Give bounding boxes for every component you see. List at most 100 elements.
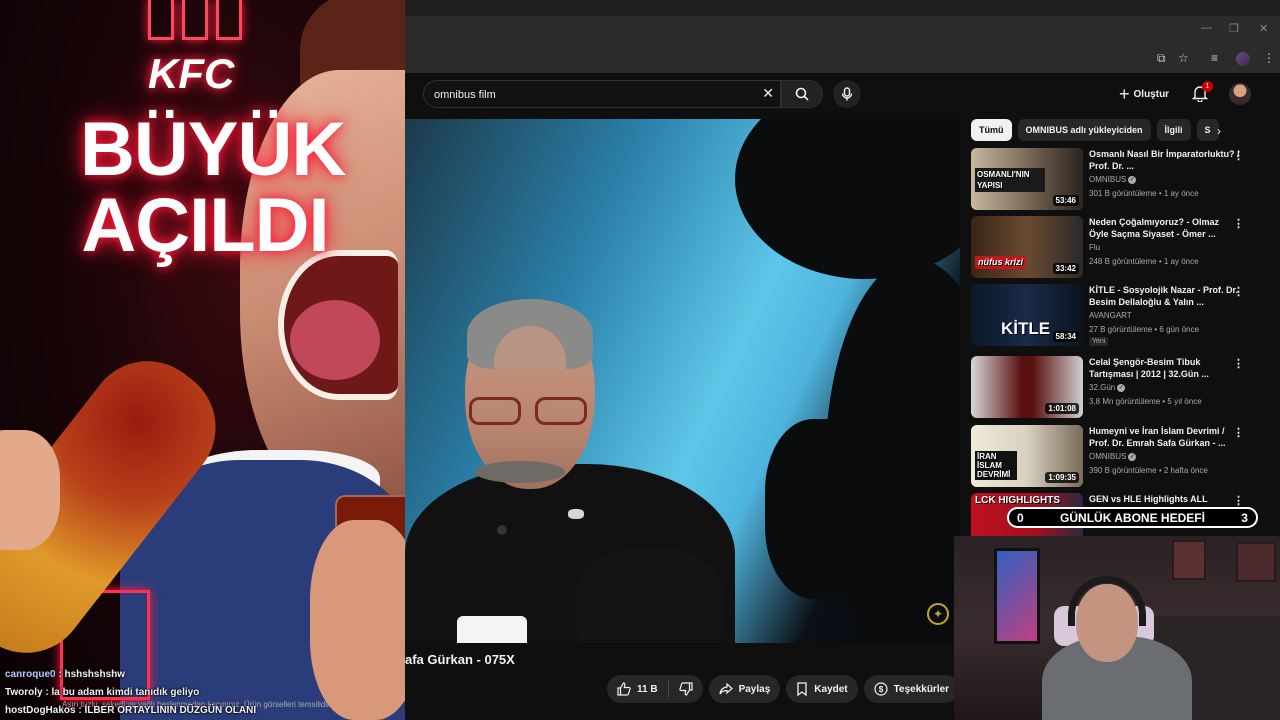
create-button[interactable]: + Oluştur <box>1119 83 1169 105</box>
video-title-link[interactable]: GEN vs HLE Highlights ALL <box>1089 493 1241 505</box>
recommended-video[interactable]: nüfus krizi 33:42 Neden Çoğalmıyoruz? - … <box>971 216 1271 280</box>
tab-strip[interactable] <box>405 16 1280 45</box>
search-box: ✕ <box>423 80 781 108</box>
headphones <box>1068 576 1146 626</box>
video-title-link[interactable]: Humeyni ve İran İslam Devrimi / Prof. Dr… <box>1089 425 1241 449</box>
svg-text:$: $ <box>878 685 883 694</box>
video-duration: 1:09:35 <box>1045 472 1079 483</box>
speaker-glasses <box>467 397 593 427</box>
video-title: afa Gürkan - 075X <box>405 652 515 667</box>
channel-name[interactable]: Flu <box>1089 243 1100 252</box>
mic-icon <box>841 87 853 101</box>
channel-name[interactable]: OMNIBUS ✓ <box>1089 175 1137 184</box>
kebab-menu-icon[interactable]: ⋮ <box>1233 494 1244 507</box>
webcam-feed <box>954 536 1280 720</box>
share-icon <box>718 683 733 695</box>
bg-ink-blot <box>765 419 885 599</box>
thumbs-up-icon <box>617 682 631 696</box>
goal-current: 0 <box>1017 510 1024 525</box>
video-title-link[interactable]: Osmanlı Nasıl Bir İmparatorluktu? / Prof… <box>1089 148 1241 172</box>
goal-target: 3 <box>1241 510 1248 525</box>
thumb-text: İRAN İSLAM DEVRİMİ <box>975 451 1017 480</box>
share-button[interactable]: Paylaş <box>708 675 781 703</box>
channel-name[interactable]: AVANGART <box>1089 311 1132 320</box>
chat-text: : la bu adam kimdi tanıdık geliyo <box>45 687 200 698</box>
chip-related[interactable]: İlgili <box>1156 119 1191 141</box>
video-title-link[interactable]: KİTLE - Sosyolojik Nazar - Prof. Dr. Bes… <box>1089 284 1241 308</box>
profile-avatar-small[interactable] <box>1236 52 1250 66</box>
kfc-logo: KFC <box>148 50 235 97</box>
video-meta: 301 B görüntüleme • 1 ay önce <box>1089 189 1199 198</box>
recommended-video[interactable]: 1:01:08 Celal Şengör-Besim Tibuk Tartışm… <box>971 356 1271 420</box>
chip-all[interactable]: Tümü <box>971 119 1012 141</box>
address-bar[interactable] <box>405 45 1280 73</box>
chat-message: canroque0 : hshshshshw <box>5 669 125 680</box>
bookmark-star-icon[interactable]: ☆ <box>1178 51 1189 65</box>
chip-from-uploader[interactable]: OMNIBUS adlı yükleyiciden <box>1017 119 1151 141</box>
install-app-icon[interactable]: ⧉ <box>1157 51 1166 66</box>
notifications-button[interactable]: 1 <box>1191 81 1213 103</box>
video-thumbnail[interactable]: 1:01:08 <box>971 356 1083 418</box>
video-title-link[interactable]: Celal Şengör-Besim Tibuk Tartışması | 20… <box>1089 356 1241 380</box>
chat-user: Tworoly <box>5 687 43 698</box>
search-input[interactable] <box>434 86 754 104</box>
channel-name[interactable]: 32.Gün ✓ <box>1089 383 1126 392</box>
browser-menu-icon[interactable]: ⋮ <box>1263 51 1275 65</box>
chat-user: hostDogHakos <box>5 705 76 716</box>
chat-message: hostDogHakos : İLBER ORTAYLININ DÜZGÜN O… <box>5 705 256 716</box>
voice-search-button[interactable] <box>833 80 861 108</box>
like-button[interactable]: 11 B <box>607 675 668 703</box>
kebab-menu-icon[interactable]: ⋮ <box>1233 357 1244 370</box>
like-dislike-group: 11 B <box>607 675 703 703</box>
chat-text: : İLBER ORTAYLININ DÜZGÜN OLANI <box>78 705 257 716</box>
video-thumbnail[interactable]: nüfus krizi 33:42 <box>971 216 1083 278</box>
user-avatar[interactable] <box>1229 83 1251 105</box>
dislike-button[interactable] <box>669 675 703 703</box>
video-thumbnail[interactable]: OSMANLI'NIN YAPISI 53:46 <box>971 148 1083 210</box>
channel-name[interactable]: OMNIBUS ✓ <box>1089 452 1137 461</box>
kebab-menu-icon[interactable]: ⋮ <box>1233 217 1244 230</box>
coffee-cup <box>457 616 527 643</box>
kebab-menu-icon[interactable]: ⋮ <box>1233 149 1244 162</box>
video-player[interactable]: ✦ <box>405 119 960 643</box>
video-thumbnail[interactable]: İRAN İSLAM DEVRİMİ 1:09:35 <box>971 425 1083 487</box>
recommended-video[interactable]: İRAN İSLAM DEVRİMİ 1:09:35 Humeyni ve İr… <box>971 425 1271 489</box>
video-duration: 53:46 <box>1052 195 1079 206</box>
chat-text: : hshshshshw <box>58 669 126 680</box>
notification-badge: 1 <box>1202 81 1213 92</box>
chat-message: Tworoly : la bu adam kimdi tanıdık geliy… <box>5 687 199 698</box>
ad-headline-line2: AÇILDI <box>81 183 329 268</box>
video-thumbnail[interactable]: KİTLE 58:34 <box>971 284 1083 346</box>
close-window-icon[interactable]: ✕ <box>1259 22 1268 35</box>
maximize-icon[interactable]: ❐ <box>1229 22 1239 35</box>
kebab-menu-icon[interactable]: ⋮ <box>1233 285 1244 298</box>
chevron-right-icon[interactable]: › <box>1217 124 1221 138</box>
thanks-label: Teşekkürler <box>893 683 950 695</box>
thanks-button[interactable]: $ Teşekkürler <box>863 675 960 703</box>
chip-more[interactable]: S <box>1196 119 1219 141</box>
save-button[interactable]: Kaydet <box>786 675 858 703</box>
kebab-menu-icon[interactable]: ⋮ <box>1233 426 1244 439</box>
video-meta: 3,8 Mn görüntüleme • 5 yıl önce <box>1089 397 1202 406</box>
ad-model-tongue <box>290 300 380 380</box>
like-count: 11 B <box>637 683 658 695</box>
search-button[interactable] <box>781 80 823 108</box>
video-title-link[interactable]: Neden Çoğalmıyoruz? - Olmaz Öyle Saçma S… <box>1089 216 1241 240</box>
wall-frame <box>1236 542 1276 582</box>
verified-icon: ✓ <box>1128 452 1137 461</box>
subscriber-goal-bar: 0 GÜNLÜK ABONE HEDEFİ 3 <box>1007 507 1258 528</box>
filter-chips: Tümü OMNIBUS adlı yükleyiciden İlgili S <box>971 119 1231 141</box>
stream-layout: KFC BÜYÜK AÇILDI canroque0 : hshshshshw … <box>0 0 1280 720</box>
save-label: Kaydet <box>814 683 848 695</box>
wall-frame <box>1172 540 1206 580</box>
tab-bar: — ❐ ✕ <box>405 0 1280 45</box>
bg-ink-blot <box>735 119 960 279</box>
recommended-video[interactable]: OSMANLI'NIN YAPISI 53:46 Osmanlı Nasıl B… <box>971 148 1271 212</box>
chat-user: canroque0 <box>5 669 56 680</box>
recommended-video[interactable]: KİTLE 58:34 KİTLE - Sosyolojik Nazar - P… <box>971 284 1271 348</box>
ai-sparkle-icon[interactable]: ✦ <box>927 603 949 625</box>
media-control-icon[interactable]: ≡ <box>1211 51 1218 65</box>
minimize-icon[interactable]: — <box>1201 22 1212 34</box>
ad-headline-line1: BÜYÜK <box>80 107 346 192</box>
clear-search-icon[interactable]: ✕ <box>762 85 774 102</box>
